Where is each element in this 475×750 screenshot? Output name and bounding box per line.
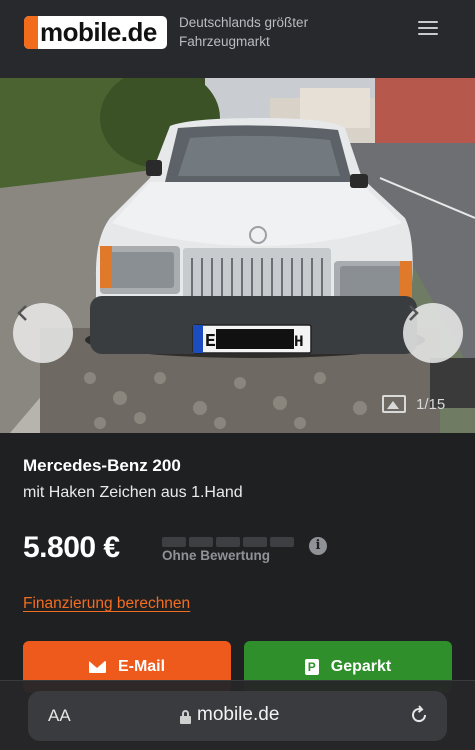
info-icon[interactable]: i bbox=[309, 537, 327, 555]
photo-gallery[interactable]: E H bbox=[0, 78, 475, 433]
address-bar[interactable]: AA mobile.de bbox=[28, 691, 447, 741]
gallery-next-button[interactable] bbox=[403, 303, 463, 363]
svg-text:E: E bbox=[205, 332, 216, 352]
email-button-label: E-Mail bbox=[117, 658, 166, 675]
photo-counter[interactable]: 1/15 bbox=[382, 395, 445, 413]
logo-mark bbox=[24, 16, 38, 49]
hamburger-menu-icon[interactable] bbox=[418, 21, 440, 39]
svg-text:H: H bbox=[294, 333, 304, 351]
logo-text: mobile.de bbox=[40, 17, 157, 47]
url-display[interactable]: mobile.de bbox=[180, 704, 279, 726]
finance-calculator-link[interactable]: Finanzierung berechnen bbox=[23, 595, 190, 613]
mail-icon bbox=[88, 661, 106, 673]
photo-counter-text: 1/15 bbox=[416, 395, 446, 413]
mobile-de-logo[interactable]: mobile.de bbox=[24, 16, 167, 49]
park-button-label: Geparkt bbox=[330, 658, 392, 675]
price-rating-bar bbox=[162, 537, 294, 547]
image-icon bbox=[382, 395, 406, 413]
listing-title: Mercedes-Benz 200 bbox=[23, 456, 181, 475]
url-text: mobile.de bbox=[197, 704, 280, 725]
listing-price: 5.800 € bbox=[23, 531, 120, 564]
text-size-button[interactable]: AA bbox=[48, 706, 71, 726]
site-tagline: Deutschlands größter Fahrzeugmarkt bbox=[179, 15, 309, 49]
gallery-prev-button[interactable] bbox=[13, 303, 73, 363]
chevron-left-icon bbox=[17, 305, 27, 321]
page: mobile.de Deutschlands größter Fahrzeugm… bbox=[0, 0, 475, 750]
car-photo: E H bbox=[0, 78, 475, 433]
listing-subtitle: mit Haken Zeichen aus 1.Hand bbox=[23, 484, 243, 501]
site-header: mobile.de Deutschlands größter Fahrzeugm… bbox=[0, 0, 475, 78]
price-rating-label: Ohne Bewertung bbox=[162, 548, 271, 563]
chevron-right-icon bbox=[409, 305, 419, 321]
lock-icon bbox=[180, 709, 191, 724]
reload-icon[interactable] bbox=[408, 704, 430, 726]
browser-toolbar: AA mobile.de bbox=[0, 680, 475, 750]
parking-icon: P bbox=[304, 659, 319, 675]
